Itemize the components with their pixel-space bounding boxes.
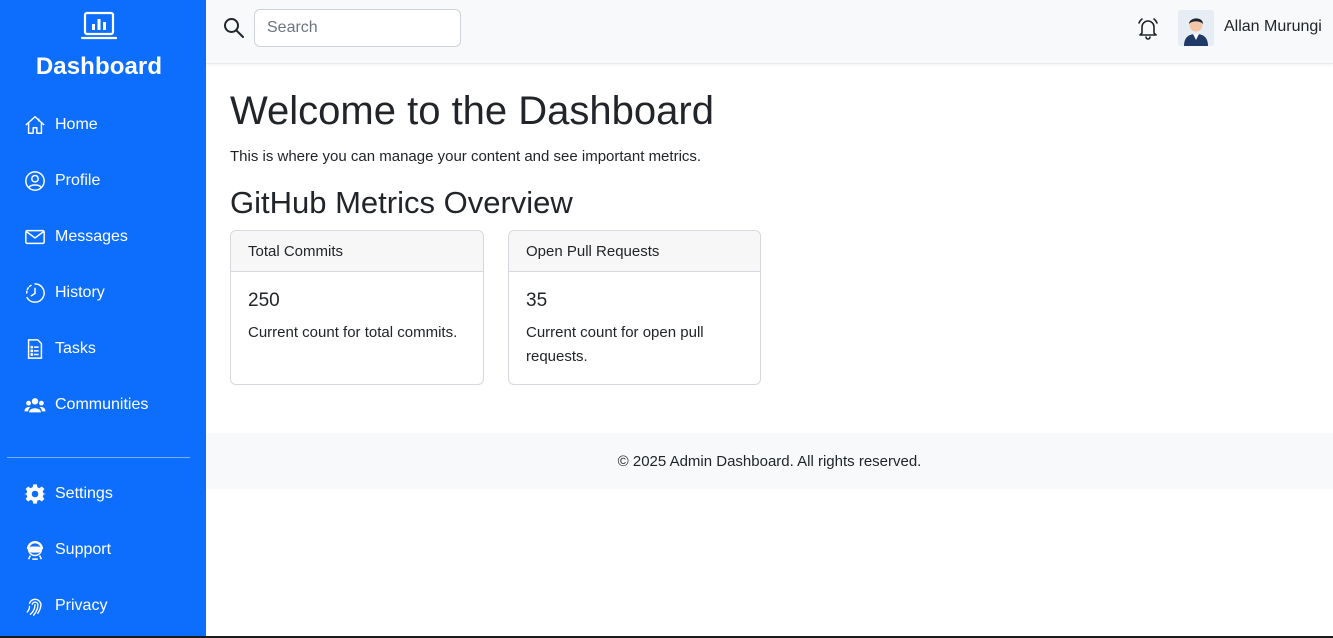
metric-card-total-commits: Total Commits 250 Current count for tota… (230, 230, 484, 385)
card-value: 35 (526, 290, 548, 311)
card-value: 250 (248, 290, 280, 311)
page-subtitle: This is where you can manage your conten… (230, 148, 702, 165)
sidebar-divider (7, 457, 190, 458)
footer: © 2025 Admin Dashboard. All rights reser… (206, 433, 1333, 489)
card-text: Current count for open pull requests. (526, 324, 704, 365)
sidebar-item-home[interactable]: Home (0, 97, 206, 153)
user-name[interactable]: Allan Murungi (1224, 18, 1322, 36)
card-body: 250 Current count for total commits. (231, 272, 483, 345)
sidebar-item-label: Tasks (55, 340, 96, 357)
sidebar-item-settings[interactable]: Settings (0, 466, 206, 522)
clock-history-icon (23, 281, 47, 305)
sidebar-item-messages[interactable]: Messages (0, 209, 206, 265)
sidebar-item-communities[interactable]: Communities (0, 377, 206, 433)
sidebar-item-label: Home (55, 116, 98, 133)
sidebar-item-label: History (55, 284, 105, 301)
card-text: Current count for total commits. (248, 324, 458, 341)
card-body: 35 Current count for open pull requests. (509, 272, 760, 369)
card-header: Total Commits (231, 231, 483, 272)
sidebar-item-tasks[interactable]: Tasks (0, 321, 206, 377)
sidebar-item-label: Privacy (55, 597, 108, 614)
bell-icon[interactable] (1136, 16, 1160, 40)
sidebar-item-label: Messages (55, 228, 128, 245)
envelope-icon (23, 225, 47, 249)
sidebar-item-support[interactable]: Support (0, 522, 206, 578)
topbar: Allan Murungi (206, 0, 1333, 64)
brand[interactable]: Dashboard (0, 10, 198, 81)
footer-text: © 2025 Admin Dashboard. All rights reser… (617, 452, 922, 470)
file-list-icon (23, 337, 47, 361)
section-title: GitHub Metrics Overview (230, 185, 573, 220)
sidebar-item-label: Communities (55, 396, 149, 413)
sidebar-bottom-nav: Settings Support Privacy (0, 466, 206, 634)
page-title: Welcome to the Dashboard (230, 89, 714, 133)
sidebar-main-nav: Home Profile Messages History Tasks Comm… (0, 97, 206, 433)
bar-chart-icon (81, 11, 117, 40)
search-input[interactable] (254, 9, 461, 47)
headset-icon (23, 538, 47, 562)
avatar[interactable] (1178, 10, 1214, 46)
sidebar-item-profile[interactable]: Profile (0, 153, 206, 209)
house-icon (23, 113, 47, 137)
fingerprint-icon (23, 594, 47, 618)
sidebar-item-label: Profile (55, 172, 101, 189)
search-icon[interactable] (223, 17, 245, 39)
sidebar-item-history[interactable]: History (0, 265, 206, 321)
people-icon (23, 393, 47, 417)
sidebar: Dashboard Home Profile Messages History (0, 0, 206, 638)
card-header: Open Pull Requests (509, 231, 760, 272)
gear-icon (23, 482, 47, 506)
person-circle-icon (23, 169, 47, 193)
sidebar-item-label: Support (55, 541, 112, 558)
sidebar-item-label: Settings (55, 485, 113, 502)
sidebar-item-privacy[interactable]: Privacy (0, 578, 206, 634)
brand-title: Dashboard (35, 53, 163, 80)
metric-card-open-pull-requests: Open Pull Requests 35 Current count for … (508, 230, 761, 385)
